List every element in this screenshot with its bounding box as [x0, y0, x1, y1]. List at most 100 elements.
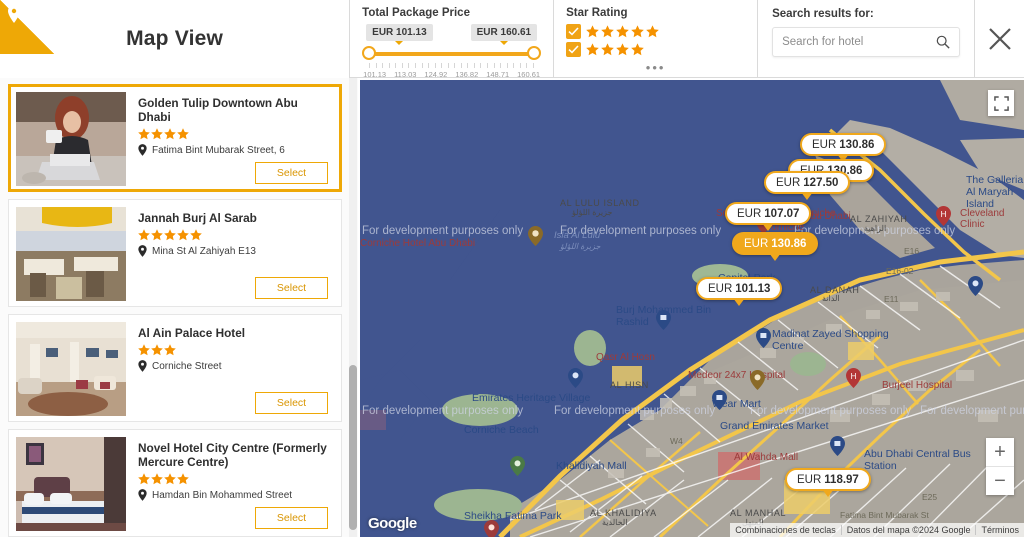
hotel-photo-bedroom — [16, 437, 126, 531]
star-filter-expand[interactable]: ••• — [554, 61, 757, 74]
star-icon — [151, 229, 163, 241]
price-bubbles: EUR 101.13 EUR 160.61 — [362, 24, 541, 45]
tick-label: 101.13 — [363, 70, 387, 79]
hotel-thumbnail — [16, 437, 126, 531]
star-filter-row-4[interactable] — [566, 42, 745, 57]
star-icon — [151, 473, 163, 485]
slider-handle-min[interactable] — [362, 46, 377, 60]
map-attribution-footer: Combinaciones de teclas Datos del mapa ©… — [730, 523, 1024, 537]
marker-currency: EUR — [776, 176, 801, 189]
poi-pin-museum-icon — [568, 368, 583, 388]
price-marker[interactable]: EUR130.86 — [732, 232, 819, 261]
hotel-photo-restaurant — [16, 207, 126, 301]
star-icon — [631, 25, 644, 38]
hotel-info: Jannah Burj Al Sarab Mina St Al Zahiyah … — [126, 207, 334, 299]
search-box[interactable] — [772, 27, 961, 57]
close-panel[interactable] — [975, 0, 1024, 78]
tick-label: 124.92 — [424, 70, 448, 79]
hotel-address-row: Mina St Al Zahiyah E13 — [138, 245, 334, 257]
map-canvas-container[interactable]: For development purposes only For develop… — [360, 80, 1024, 537]
keyboard-shortcuts-link[interactable]: Combinaciones de teclas — [730, 525, 841, 535]
hotel-card[interactable]: Jannah Burj Al Sarab Mina St Al Zahiyah … — [8, 199, 342, 307]
price-marker[interactable]: EUR 118.97 — [785, 468, 871, 497]
hotel-address: Hamdan Bin Mohammed Street — [152, 489, 293, 501]
star-icon — [586, 25, 599, 38]
location-pin-icon — [138, 489, 147, 501]
hotel-results-list: Golden Tulip Downtown Abu Dhabi Fatima B… — [0, 78, 358, 537]
close-icon[interactable] — [987, 26, 1013, 52]
hotel-name: Novel Hotel City Centre (Formerly Mercur… — [138, 441, 327, 469]
select-button[interactable]: Select — [255, 277, 328, 299]
zoom-controls: + − — [986, 438, 1014, 495]
price-range-slider[interactable] — [362, 46, 542, 62]
hotel-star-rating — [138, 229, 334, 241]
hotel-card[interactable]: Novel Hotel City Centre (Formerly Mercur… — [8, 429, 342, 537]
hotel-info: Golden Tulip Downtown Abu Dhabi Fatima B… — [126, 92, 334, 184]
page-title: Map View — [126, 27, 224, 50]
hotel-card[interactable]: Golden Tulip Downtown Abu Dhabi Fatima B… — [8, 84, 342, 192]
corner-ribbon — [0, 0, 54, 54]
hotel-info: Novel Hotel City Centre (Formerly Mercur… — [126, 437, 334, 529]
hotel-name: Jannah Burj Al Sarab — [138, 211, 257, 225]
marker-amount: 118.97 — [824, 473, 859, 486]
price-marker[interactable]: EUR130.86 — [800, 133, 887, 162]
star-icon — [177, 128, 189, 140]
star-filter-checkbox-5[interactable] — [566, 24, 582, 39]
hotel-name: Al Ain Palace Hotel — [138, 326, 246, 340]
star-filter-checkbox-4[interactable] — [566, 42, 582, 57]
hotel-address: Mina St Al Zahiyah E13 — [152, 245, 256, 257]
marker-amount: 101.13 — [735, 282, 771, 295]
star-icon — [138, 473, 150, 485]
poi-pin-park-icon — [510, 456, 525, 476]
star-icons-5 — [586, 25, 659, 38]
star-icon — [138, 128, 150, 140]
select-button[interactable]: Select — [255, 162, 328, 184]
filter-toolbar: Map View Total Package Price EUR 101.13 … — [0, 0, 1024, 79]
price-marker[interactable]: EUR 107.07 — [725, 202, 812, 231]
star-icon — [138, 229, 150, 241]
zoom-in-button[interactable]: + — [986, 438, 1014, 466]
star-icon — [164, 344, 176, 356]
marker-amount: 130.86 — [839, 138, 875, 151]
zoom-out-button[interactable]: − — [986, 467, 1014, 495]
select-button[interactable]: Select — [255, 507, 328, 529]
svg-text:H: H — [941, 210, 947, 219]
hotel-address-row: Hamdan Bin Mohammed Street — [138, 489, 334, 501]
slider-track[interactable] — [368, 52, 536, 56]
fullscreen-icon — [993, 95, 1009, 111]
location-pin-icon — [138, 245, 147, 257]
hotel-thumbnail — [16, 92, 126, 186]
star-icon — [586, 43, 599, 56]
select-button[interactable]: Select — [255, 392, 328, 414]
marker-currency: EUR — [744, 237, 769, 250]
sidebar-scrollbar-thumb[interactable] — [349, 365, 357, 530]
tick-label: 148.71 — [486, 70, 510, 79]
price-max-bubble: EUR 160.61 — [470, 24, 538, 45]
poi-pin-generic-icon — [750, 370, 765, 390]
marker-currency: EUR — [797, 473, 822, 486]
hotel-card[interactable]: Al Ain Palace Hotel Corniche Street Sele… — [8, 314, 342, 422]
hotel-photo-woman-laptop — [16, 92, 126, 186]
map-base-tiles — [360, 80, 1024, 537]
star-icon — [190, 229, 202, 241]
star-icon — [177, 473, 189, 485]
poi-pin-icon — [528, 226, 543, 246]
star-filter-row-5[interactable] — [566, 24, 745, 39]
price-filter-panel: Total Package Price EUR 101.13 EUR 160.6… — [350, 0, 555, 79]
search-icon[interactable] — [936, 35, 950, 49]
fullscreen-button[interactable] — [988, 90, 1014, 116]
slider-tick-labels: 101.13 113.03 124.92 136.82 148.71 160.6… — [363, 70, 540, 79]
slider-handle-max[interactable] — [527, 46, 542, 60]
poi-pin-park-icon — [484, 520, 499, 537]
terms-link[interactable]: Términos — [975, 525, 1024, 535]
google-logo: Google — [368, 515, 417, 532]
slider-tickmarks — [369, 63, 534, 69]
star-icon — [601, 25, 614, 38]
price-marker[interactable]: EUR 127.50 — [764, 171, 851, 200]
hotel-thumbnail — [16, 207, 126, 301]
location-pin-icon — [138, 144, 147, 156]
price-marker[interactable]: EUR 101.13 — [696, 277, 783, 306]
search-input[interactable] — [782, 36, 937, 48]
hotel-thumbnail — [16, 322, 126, 416]
price-min-bubble: EUR 101.13 — [366, 24, 433, 45]
